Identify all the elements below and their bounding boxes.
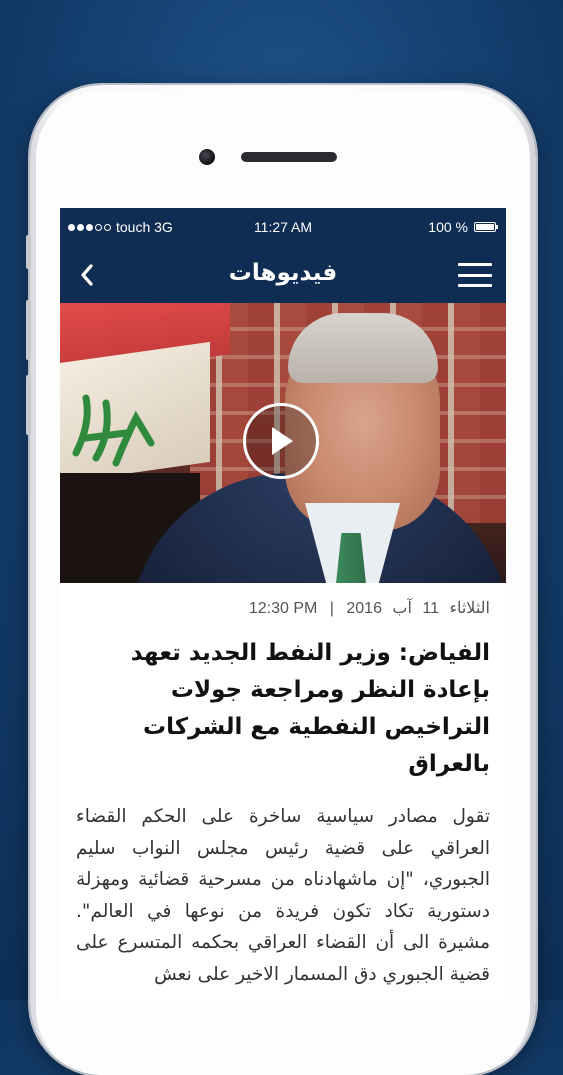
page-title: فيديوهات <box>228 260 338 286</box>
article: الثلاثاء 11 آب 2016 | 12:30 PM الفياض: و… <box>60 583 506 990</box>
volume-up-button <box>26 300 31 360</box>
date-month: آب <box>392 600 412 617</box>
hamburger-menu-icon <box>458 263 492 266</box>
article-time: 12:30 PM <box>248 600 318 617</box>
earpiece-speaker <box>241 152 337 162</box>
status-right: 100 % <box>428 219 498 235</box>
app-screen: touch 3G 11:27 AM 100 % فيديوهات الثلاثا… <box>60 208 506 1000</box>
nav-bar: فيديوهات <box>60 248 506 303</box>
article-date: الثلاثاء 11 آب 2016 | 12:30 PM <box>76 597 490 621</box>
menu-button[interactable] <box>458 260 492 290</box>
play-button[interactable] <box>243 403 319 479</box>
battery-percent: 100 % <box>428 219 468 235</box>
mute-switch <box>26 235 31 269</box>
article-body: تقول مصادر سياسية ساخرة على الحكم القضاء… <box>76 806 490 985</box>
battery-icon <box>474 222 498 232</box>
front-camera <box>199 149 215 165</box>
date-separator: | <box>329 600 334 617</box>
person-hair <box>288 313 438 383</box>
play-icon <box>272 427 293 455</box>
date-num: 11 <box>422 600 439 617</box>
date-day: الثلاثاء <box>449 600 490 617</box>
flag-emblem <box>72 394 155 467</box>
article-title: الفياض: وزير النفط الجديد تعهد بإعادة ال… <box>130 640 490 777</box>
status-bar: touch 3G 11:27 AM 100 % <box>60 208 506 248</box>
video-player[interactable] <box>60 303 506 583</box>
volume-down-button <box>26 375 31 435</box>
date-year: 2016 <box>346 600 382 617</box>
